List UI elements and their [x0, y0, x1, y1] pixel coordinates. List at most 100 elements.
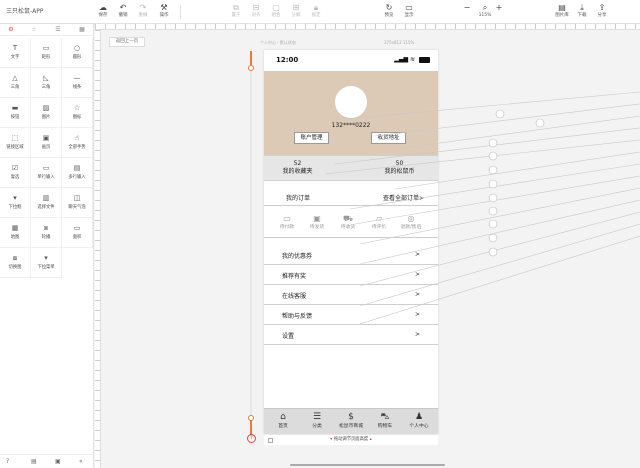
- design-canvas[interactable]: 返回上一页 个人中心 · 默认状态 375x812 115% ? 12:00 ▂…: [95, 24, 640, 468]
- widget-text[interactable]: T 文字: [0, 38, 31, 68]
- widget-single-input[interactable]: ▭ 单行输入: [31, 158, 62, 188]
- menu-item-settings[interactable]: 设置 >: [264, 325, 438, 345]
- widget-line[interactable]: — 线条: [62, 68, 93, 98]
- status-time: 12:00: [276, 56, 299, 64]
- question-icon[interactable]: ?: [247, 434, 256, 443]
- back-to-previous-button[interactable]: 返回上一页: [109, 37, 145, 47]
- checkbox[interactable]: [268, 438, 273, 443]
- chevron-right-icon: >: [414, 311, 420, 318]
- widget-button[interactable]: ▬ 按钮: [0, 98, 31, 128]
- image-library-button[interactable]: ▤ 图片库: [551, 2, 573, 22]
- widget-dropdown[interactable]: ▾ 下拉框: [0, 188, 31, 218]
- tab-pages[interactable]: ☰: [50, 25, 66, 35]
- undo-button[interactable]: ↶ 撤销: [112, 2, 134, 22]
- preview-button[interactable]: ↻ 预览: [378, 2, 400, 22]
- zoom-in-button[interactable]: +: [492, 2, 506, 22]
- share-button[interactable]: ⇪ 分享: [591, 2, 613, 22]
- track-bottom-handle[interactable]: [248, 415, 254, 421]
- order-status-pending-shipment[interactable]: ▣ 待发货: [303, 214, 331, 231]
- widget-gestures[interactable]: ☝ 全部手势: [62, 128, 93, 158]
- wifi-icon: ≋: [410, 56, 416, 63]
- widget-panel-area[interactable]: ▭ 面积: [62, 218, 93, 248]
- tab-widgets[interactable]: ⚙: [3, 25, 19, 35]
- order-status-icons: ▭ 待付款 ▣ 待发货 ⛟ 待收货 ▱ 待评价 ◎ 退款/售后: [264, 210, 438, 238]
- order-button[interactable]: ⧉ 置于: [225, 2, 247, 22]
- tab-coin-mall[interactable]: $ 松鼠币商城: [334, 412, 368, 430]
- tab-library[interactable]: ▦: [74, 25, 90, 35]
- show-button[interactable]: ▭ 显示: [398, 2, 420, 22]
- widget-carousel[interactable]: ⧈ 轮播: [31, 218, 62, 248]
- order-status-pending-review[interactable]: ▱ 待评价: [365, 214, 393, 231]
- widget-checkbox[interactable]: ☑ 复选: [0, 158, 31, 188]
- star-icon: ☆: [73, 104, 81, 112]
- widget-image[interactable]: ▨ 图片: [31, 98, 62, 128]
- widget-right-triangle[interactable]: ◺ 三角: [31, 68, 62, 98]
- tab-category[interactable]: ☰ 分类: [300, 412, 334, 430]
- ungroup-button[interactable]: ⊞ 分解: [285, 2, 307, 22]
- help-icon[interactable]: ?: [6, 458, 9, 465]
- widget-dropdown-menu[interactable]: ▾ 下拉菜单: [31, 248, 62, 278]
- zoom-out-button[interactable]: −: [460, 2, 474, 22]
- avatar[interactable]: [335, 86, 367, 118]
- order-status-refund[interactable]: ◎ 退款/售后: [395, 214, 427, 231]
- redo-icon: ↷: [139, 3, 147, 12]
- widget-webpage[interactable]: ▣ 画页: [31, 128, 62, 158]
- home-icon: ⌂: [280, 412, 286, 422]
- widget-toggle-image[interactable]: ⧇ 切换图: [0, 248, 31, 278]
- my-orders-row[interactable]: 我的订单 查看全部订单>: [264, 190, 438, 206]
- coins-count: 50: [395, 160, 404, 167]
- group-button[interactable]: ▢ 组合: [265, 2, 287, 22]
- coins-stat[interactable]: 50 我的松鼠币: [356, 160, 438, 176]
- map-icon: ▦: [11, 224, 19, 232]
- page-height-hint[interactable]: ▾ 拖动调节页面高度 ▴: [264, 435, 438, 445]
- menu-item-coupons[interactable]: 我的优惠券 >: [264, 245, 438, 265]
- download-icon: ⤓: [580, 3, 584, 12]
- components-icon[interactable]: ▣: [55, 458, 61, 465]
- account-management-button[interactable]: 账户管理: [294, 132, 329, 144]
- order-status-pending-payment[interactable]: ▭ 待付款: [273, 214, 301, 231]
- widget-panel: ⚙ ☝ ☰ ▦ T 文字 ▭ 矩形 ○ 圆形 △ 三角 ◺ 三角 — 线条 ▬ 按钮 ▨ 图片 …: [0, 24, 94, 468]
- widget-circle[interactable]: ○ 圆形: [62, 38, 93, 68]
- view-all-orders-link[interactable]: 查看全部订单>: [383, 193, 424, 202]
- textarea-icon: ▤: [73, 164, 81, 172]
- tab-home[interactable]: ⌂ 首页: [266, 412, 300, 430]
- widget-map[interactable]: ▦ 地图: [0, 218, 31, 248]
- menu-item-help[interactable]: 帮助与反馈 >: [264, 305, 438, 325]
- tab-gestures[interactable]: ☝: [26, 25, 42, 35]
- chat-bubble-icon: ◫: [73, 194, 81, 202]
- favorites-stat[interactable]: 52 我的收藏夹: [264, 160, 341, 176]
- actions-button[interactable]: ⚒ 操作: [153, 2, 175, 22]
- align-icon: ⊟: [252, 3, 260, 12]
- pages-icon[interactable]: ▤: [31, 458, 37, 465]
- save-button[interactable]: ☁ 保存: [92, 2, 114, 22]
- dropdown-icon: ▾: [13, 194, 17, 202]
- dropdown-menu-icon: ▾: [44, 254, 48, 262]
- widget-icon[interactable]: ☆ 图标: [62, 98, 93, 128]
- image-icon: ▤: [558, 3, 566, 12]
- tab-profile[interactable]: ♟ 个人中心: [402, 412, 436, 430]
- download-button[interactable]: ⤓ 下载: [571, 2, 593, 22]
- redo-button[interactable]: ↷ 重做: [132, 2, 154, 22]
- collapse-icon[interactable]: «: [79, 458, 83, 465]
- lock-button[interactable]: 🔒︎ 锁定: [305, 2, 327, 22]
- right-triangle-icon: ◺: [43, 74, 49, 82]
- menu-item-support[interactable]: 在线客服 >: [264, 285, 438, 305]
- image-icon: ▨: [42, 104, 50, 112]
- tab-cart[interactable]: ⛍ 购物车: [368, 412, 402, 430]
- horizontal-scrollbar[interactable]: [290, 464, 445, 466]
- undo-icon: ↶: [119, 3, 127, 12]
- widget-file-select[interactable]: ▥ 选择文件: [31, 188, 62, 218]
- order-status-pending-receipt[interactable]: ⛟ 待收货: [334, 214, 362, 231]
- align-button[interactable]: ⊟ 对齐: [245, 2, 267, 22]
- phone-screen[interactable]: 12:00 ▂▄▆ ≋ 132****0222 账户管理 收货地址 52 我的收…: [264, 50, 438, 434]
- track-top-handle[interactable]: [248, 65, 254, 71]
- widget-rect[interactable]: ▭ 矩形: [31, 38, 62, 68]
- page-height-track: [248, 51, 254, 435]
- widget-triangle[interactable]: △ 三角: [0, 68, 31, 98]
- widget-multi-input[interactable]: ▤ 多行输入: [62, 158, 93, 188]
- shipping-address-button[interactable]: 收货地址: [371, 132, 406, 144]
- menu-item-referral[interactable]: 推荐有奖 >: [264, 265, 438, 285]
- widget-link-area[interactable]: ⬚ 链接区域: [0, 128, 31, 158]
- widget-chat-bubble[interactable]: ◫ 聊天气泡: [62, 188, 93, 218]
- horizontal-ruler: [95, 24, 640, 30]
